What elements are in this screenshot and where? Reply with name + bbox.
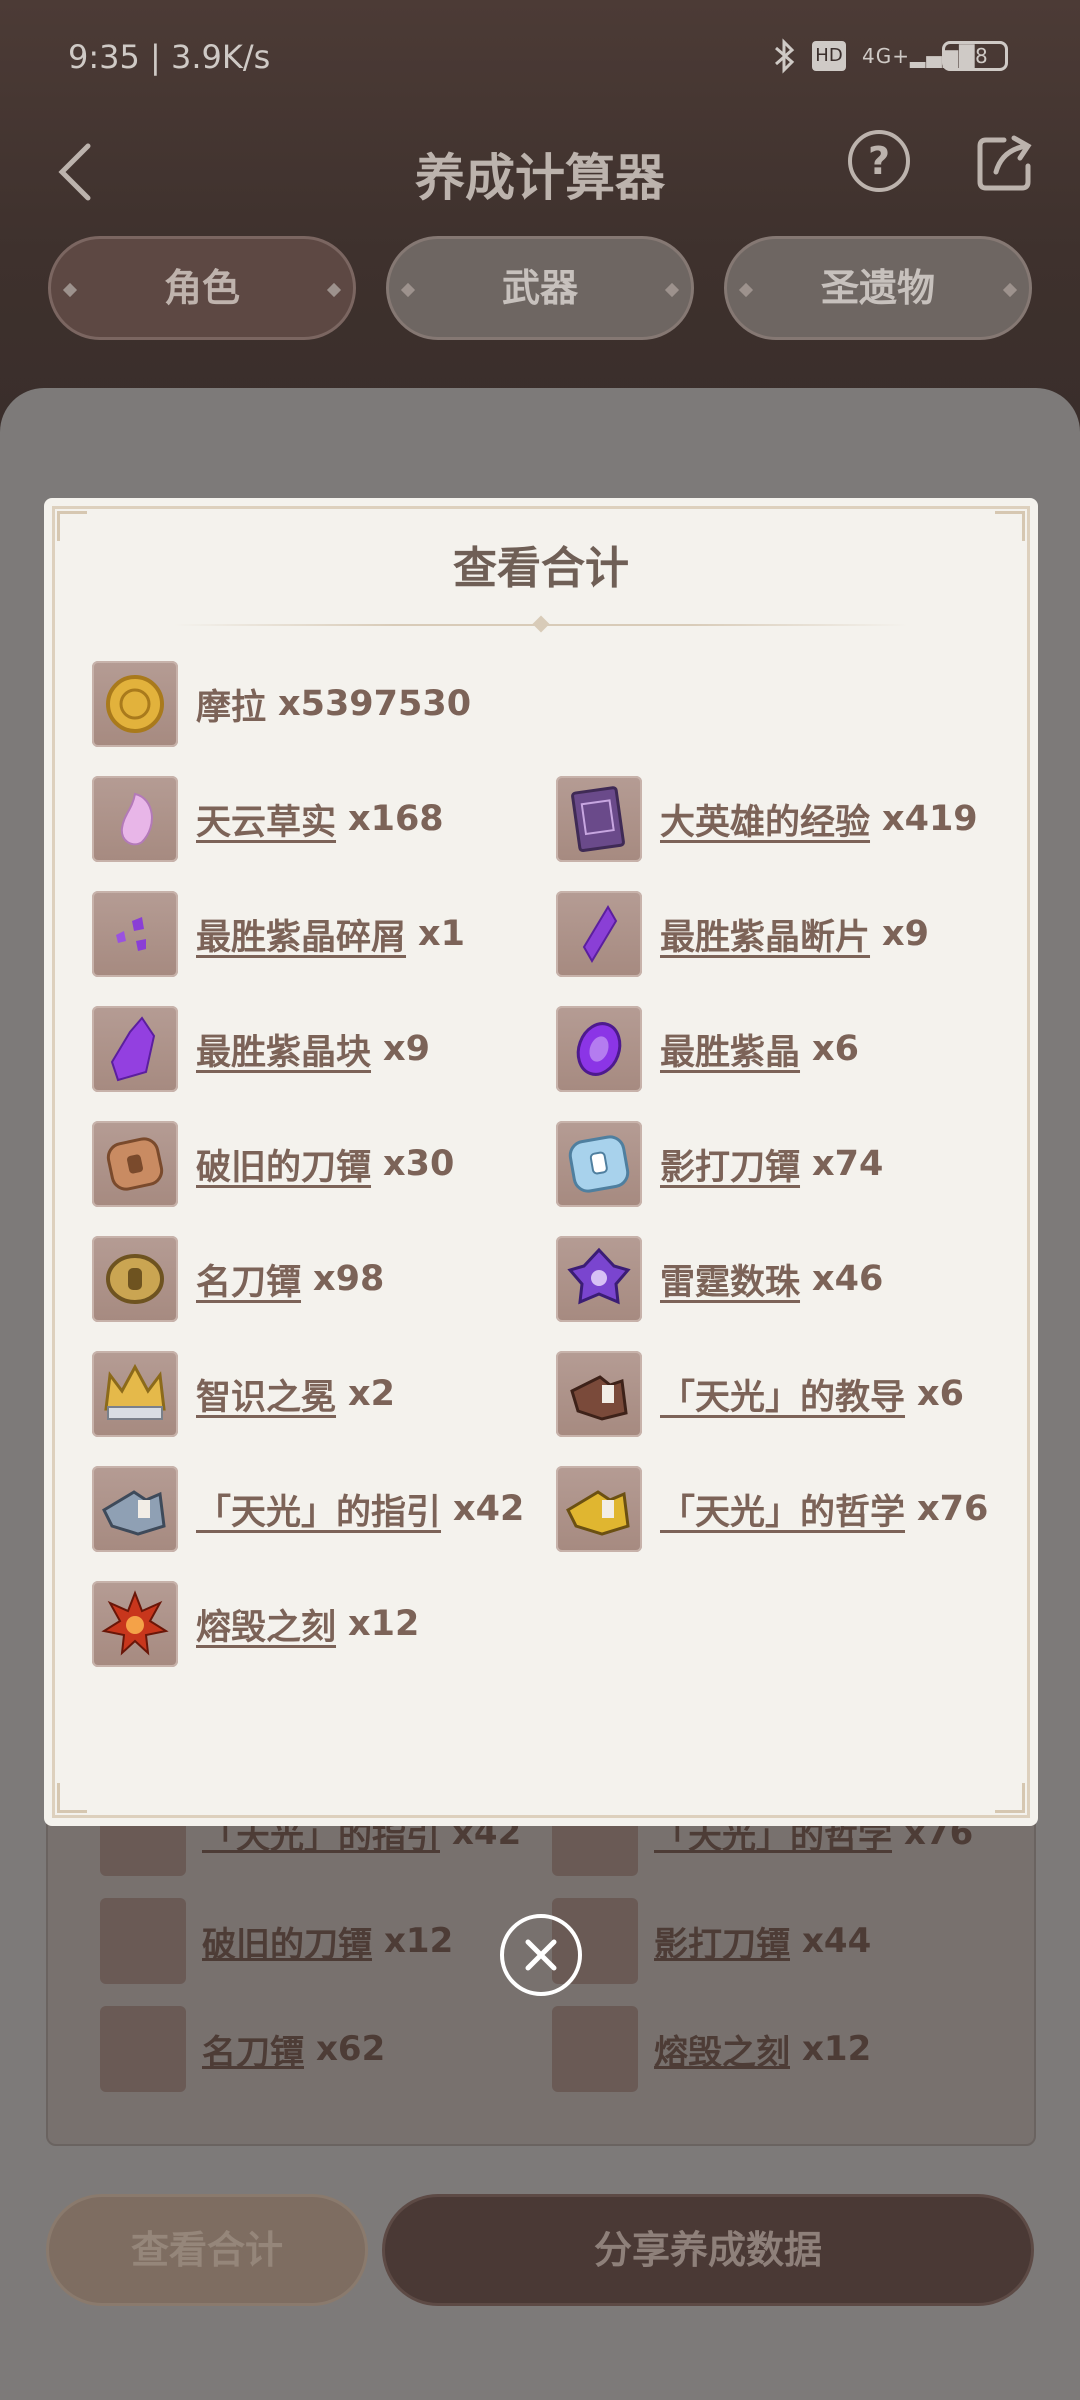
- tab-weapon[interactable]: 武器: [386, 236, 694, 340]
- amethyst-chunk-icon: [92, 1006, 178, 1092]
- amethyst-sliver-icon: [92, 891, 178, 977]
- list-item[interactable]: 最胜紫晶 x6: [556, 1005, 859, 1093]
- share-button[interactable]: [974, 132, 1036, 194]
- crown-of-insight-icon: [92, 1351, 178, 1437]
- list-item[interactable]: 最胜紫晶块 x9: [92, 1005, 430, 1093]
- corner-ornament: [57, 1783, 87, 1813]
- old-handguard-icon: [100, 1898, 186, 1984]
- help-button[interactable]: ?: [848, 130, 910, 192]
- bluetooth-icon: [775, 38, 795, 74]
- skyglow-teachings-icon: [556, 1351, 642, 1437]
- tab-bar: 角色 武器 圣遗物: [0, 236, 1080, 342]
- list-item[interactable]: 大英雄的经验 x419: [556, 775, 978, 863]
- mora-icon: [92, 661, 178, 747]
- corner-ornament: [995, 1783, 1025, 1813]
- page-title: 养成计算器: [415, 149, 665, 207]
- list-item[interactable]: 「天光」的指引 x42: [92, 1465, 524, 1553]
- status-icons: HD 4G+▂▄▆█ 58: [772, 38, 1008, 74]
- status-time: 9:35 | 3.9K/s: [68, 38, 271, 76]
- hd-icon: HD: [812, 41, 846, 71]
- list-item[interactable]: 破旧的刀镡 x30: [92, 1120, 454, 1208]
- amethyst-gemstone-icon: [556, 1006, 642, 1092]
- skyglow-guidance-icon: [92, 1466, 178, 1552]
- tab-role[interactable]: 角色: [48, 236, 356, 340]
- share-icon: [977, 135, 1032, 191]
- list-item[interactable]: 「天光」的教导 x6: [556, 1350, 964, 1438]
- status-bar: 9:35 | 3.9K/s HD 4G+▂▄▆█ 58: [0, 0, 1080, 118]
- molten-moment-icon: [92, 1581, 178, 1667]
- molten-moment-icon: [552, 2006, 638, 2092]
- list-item[interactable]: 影打刀镡 x74: [556, 1120, 883, 1208]
- thunder-prism-icon: [556, 1236, 642, 1322]
- total-modal: 查看合计 摩拉 x5397530 天云草实 x168 大英雄的经验 x419 最…: [44, 498, 1038, 1826]
- list-item[interactable]: 名刀镡 x98: [92, 1235, 384, 1323]
- list-item[interactable]: 最胜紫晶断片 x9: [556, 890, 929, 978]
- view-total-button[interactable]: 查看合计: [46, 2194, 368, 2306]
- signal-icon: 4G+▂▄▆█: [862, 44, 976, 68]
- network-label: 4G+: [862, 44, 910, 68]
- list-item[interactable]: 智识之冕 x2: [92, 1350, 395, 1438]
- modal-title: 查看合计: [453, 543, 629, 594]
- famed-handguard-icon: [100, 2006, 186, 2092]
- old-handguard-icon: [92, 1121, 178, 1207]
- battery-icon: 58: [942, 41, 1008, 71]
- list-item: 影打刀镡 x44: [552, 1898, 871, 1984]
- amethyst-fragment-icon: [556, 891, 642, 977]
- list-item: 熔毁之刻 x12: [552, 2006, 871, 2092]
- close-icon: [525, 1939, 557, 1971]
- heros-wit-icon: [556, 776, 642, 862]
- list-item[interactable]: 天云草实 x168: [92, 775, 444, 863]
- list-item: 名刀镡 x62: [100, 2006, 385, 2092]
- list-item: 摩拉 x5397530: [92, 660, 471, 748]
- skyglow-philosophy-icon: [556, 1466, 642, 1552]
- famed-handguard-icon: [92, 1236, 178, 1322]
- list-item[interactable]: 雷霆数珠 x46: [556, 1235, 883, 1323]
- close-button[interactable]: [500, 1914, 582, 1996]
- tab-artifact[interactable]: 圣遗物: [724, 236, 1032, 340]
- list-item[interactable]: 最胜紫晶碎屑 x1: [92, 890, 465, 978]
- top-nav: 养成计算器 ?: [0, 118, 1080, 238]
- naku-weed-icon: [92, 776, 178, 862]
- list-item[interactable]: 熔毁之刻 x12: [92, 1580, 419, 1668]
- list-item: 破旧的刀镡 x12: [100, 1898, 453, 1984]
- list-item[interactable]: 「天光」的哲学 x76: [556, 1465, 988, 1553]
- kageuchi-handguard-icon: [556, 1121, 642, 1207]
- share-data-button[interactable]: 分享养成数据: [382, 2194, 1034, 2306]
